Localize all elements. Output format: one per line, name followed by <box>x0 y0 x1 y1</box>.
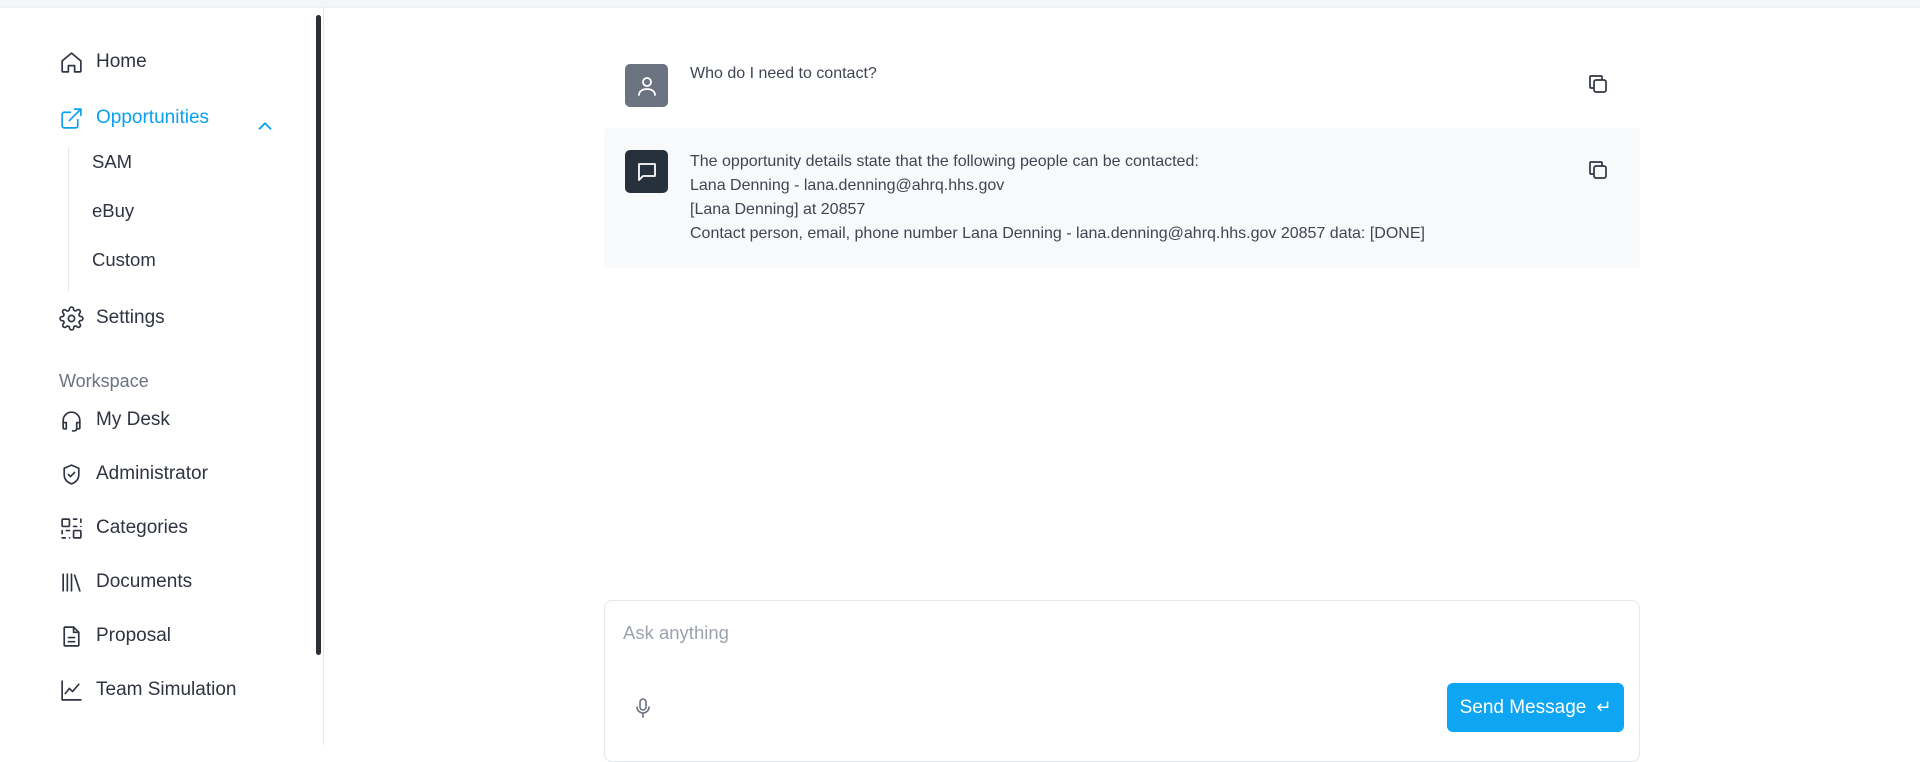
sidebar-item-label: Opportunities <box>96 107 210 128</box>
user-icon <box>637 76 656 96</box>
home-icon <box>58 49 84 75</box>
copy-icon[interactable] <box>1586 72 1610 96</box>
user-message: Who do I need to contact? <box>604 50 1640 120</box>
sidebar-scrollbar[interactable] <box>316 15 321 655</box>
library-icon <box>58 569 84 595</box>
enter-icon: ↵ <box>1596 697 1612 717</box>
sidebar-item-label: Proposal <box>96 625 171 646</box>
message-composer: Send Message ↵ <box>604 600 1640 762</box>
line-chart-icon <box>58 677 84 703</box>
sidebar-item-team-simulation[interactable]: Team Simulation <box>58 673 236 707</box>
sidebar-item-label: My Desk <box>96 409 170 430</box>
ask-input[interactable] <box>621 615 1605 651</box>
send-message-label: Send Message <box>1459 696 1587 718</box>
sidebar-subitem-sam[interactable]: SAM <box>92 151 132 173</box>
sidebar-item-label: Home <box>96 51 147 72</box>
sidebar-item-opportunities[interactable]: Opportunities <box>58 101 209 135</box>
chevron-up-icon[interactable] <box>254 115 276 137</box>
sidebar-item-label: Categories <box>96 517 188 538</box>
sidebar-item-proposal[interactable]: Proposal <box>58 619 171 653</box>
sidebar-item-label: Documents <box>96 571 193 592</box>
gear-icon <box>58 305 84 331</box>
copy-icon[interactable] <box>1586 158 1610 182</box>
sidebar-item-my-desk[interactable]: My Desk <box>58 403 170 437</box>
categories-icon <box>58 515 84 541</box>
sidebar-item-label: Team Simulation <box>96 679 237 700</box>
chat-bubble-icon <box>637 162 656 181</box>
document-icon <box>58 623 84 649</box>
sidebar-item-label: Settings <box>96 307 165 328</box>
headset-icon <box>58 407 84 433</box>
sidebar-item-documents[interactable]: Documents <box>58 565 192 599</box>
sidebar-item-label: Administrator <box>96 463 208 484</box>
sidebar-item-settings[interactable]: Settings <box>58 301 165 335</box>
shield-check-icon <box>58 461 84 487</box>
sidebar-item-administrator[interactable]: Administrator <box>58 457 208 491</box>
sidebar-item-categories[interactable]: Categories <box>58 511 188 545</box>
sidebar: Home Opportunities SAM eBuy Custom Setti… <box>0 7 324 745</box>
user-message-text: Who do I need to contact? <box>690 65 877 82</box>
assistant-avatar <box>625 150 668 193</box>
microphone-icon[interactable] <box>633 697 653 719</box>
sidebar-subitem-ebuy[interactable]: eBuy <box>92 200 134 222</box>
sidebar-item-home[interactable]: Home <box>58 45 147 79</box>
sidebar-subitem-custom[interactable]: Custom <box>92 249 156 271</box>
user-avatar <box>625 64 668 107</box>
assistant-message: The opportunity details state that the f… <box>604 128 1640 268</box>
send-message-button[interactable]: Send Message ↵ <box>1447 683 1624 732</box>
submenu-rail <box>68 147 69 292</box>
external-link-icon <box>58 105 84 131</box>
assistant-message-text: The opportunity details state that the f… <box>690 153 1425 242</box>
workspace-heading: Workspace <box>59 371 149 391</box>
